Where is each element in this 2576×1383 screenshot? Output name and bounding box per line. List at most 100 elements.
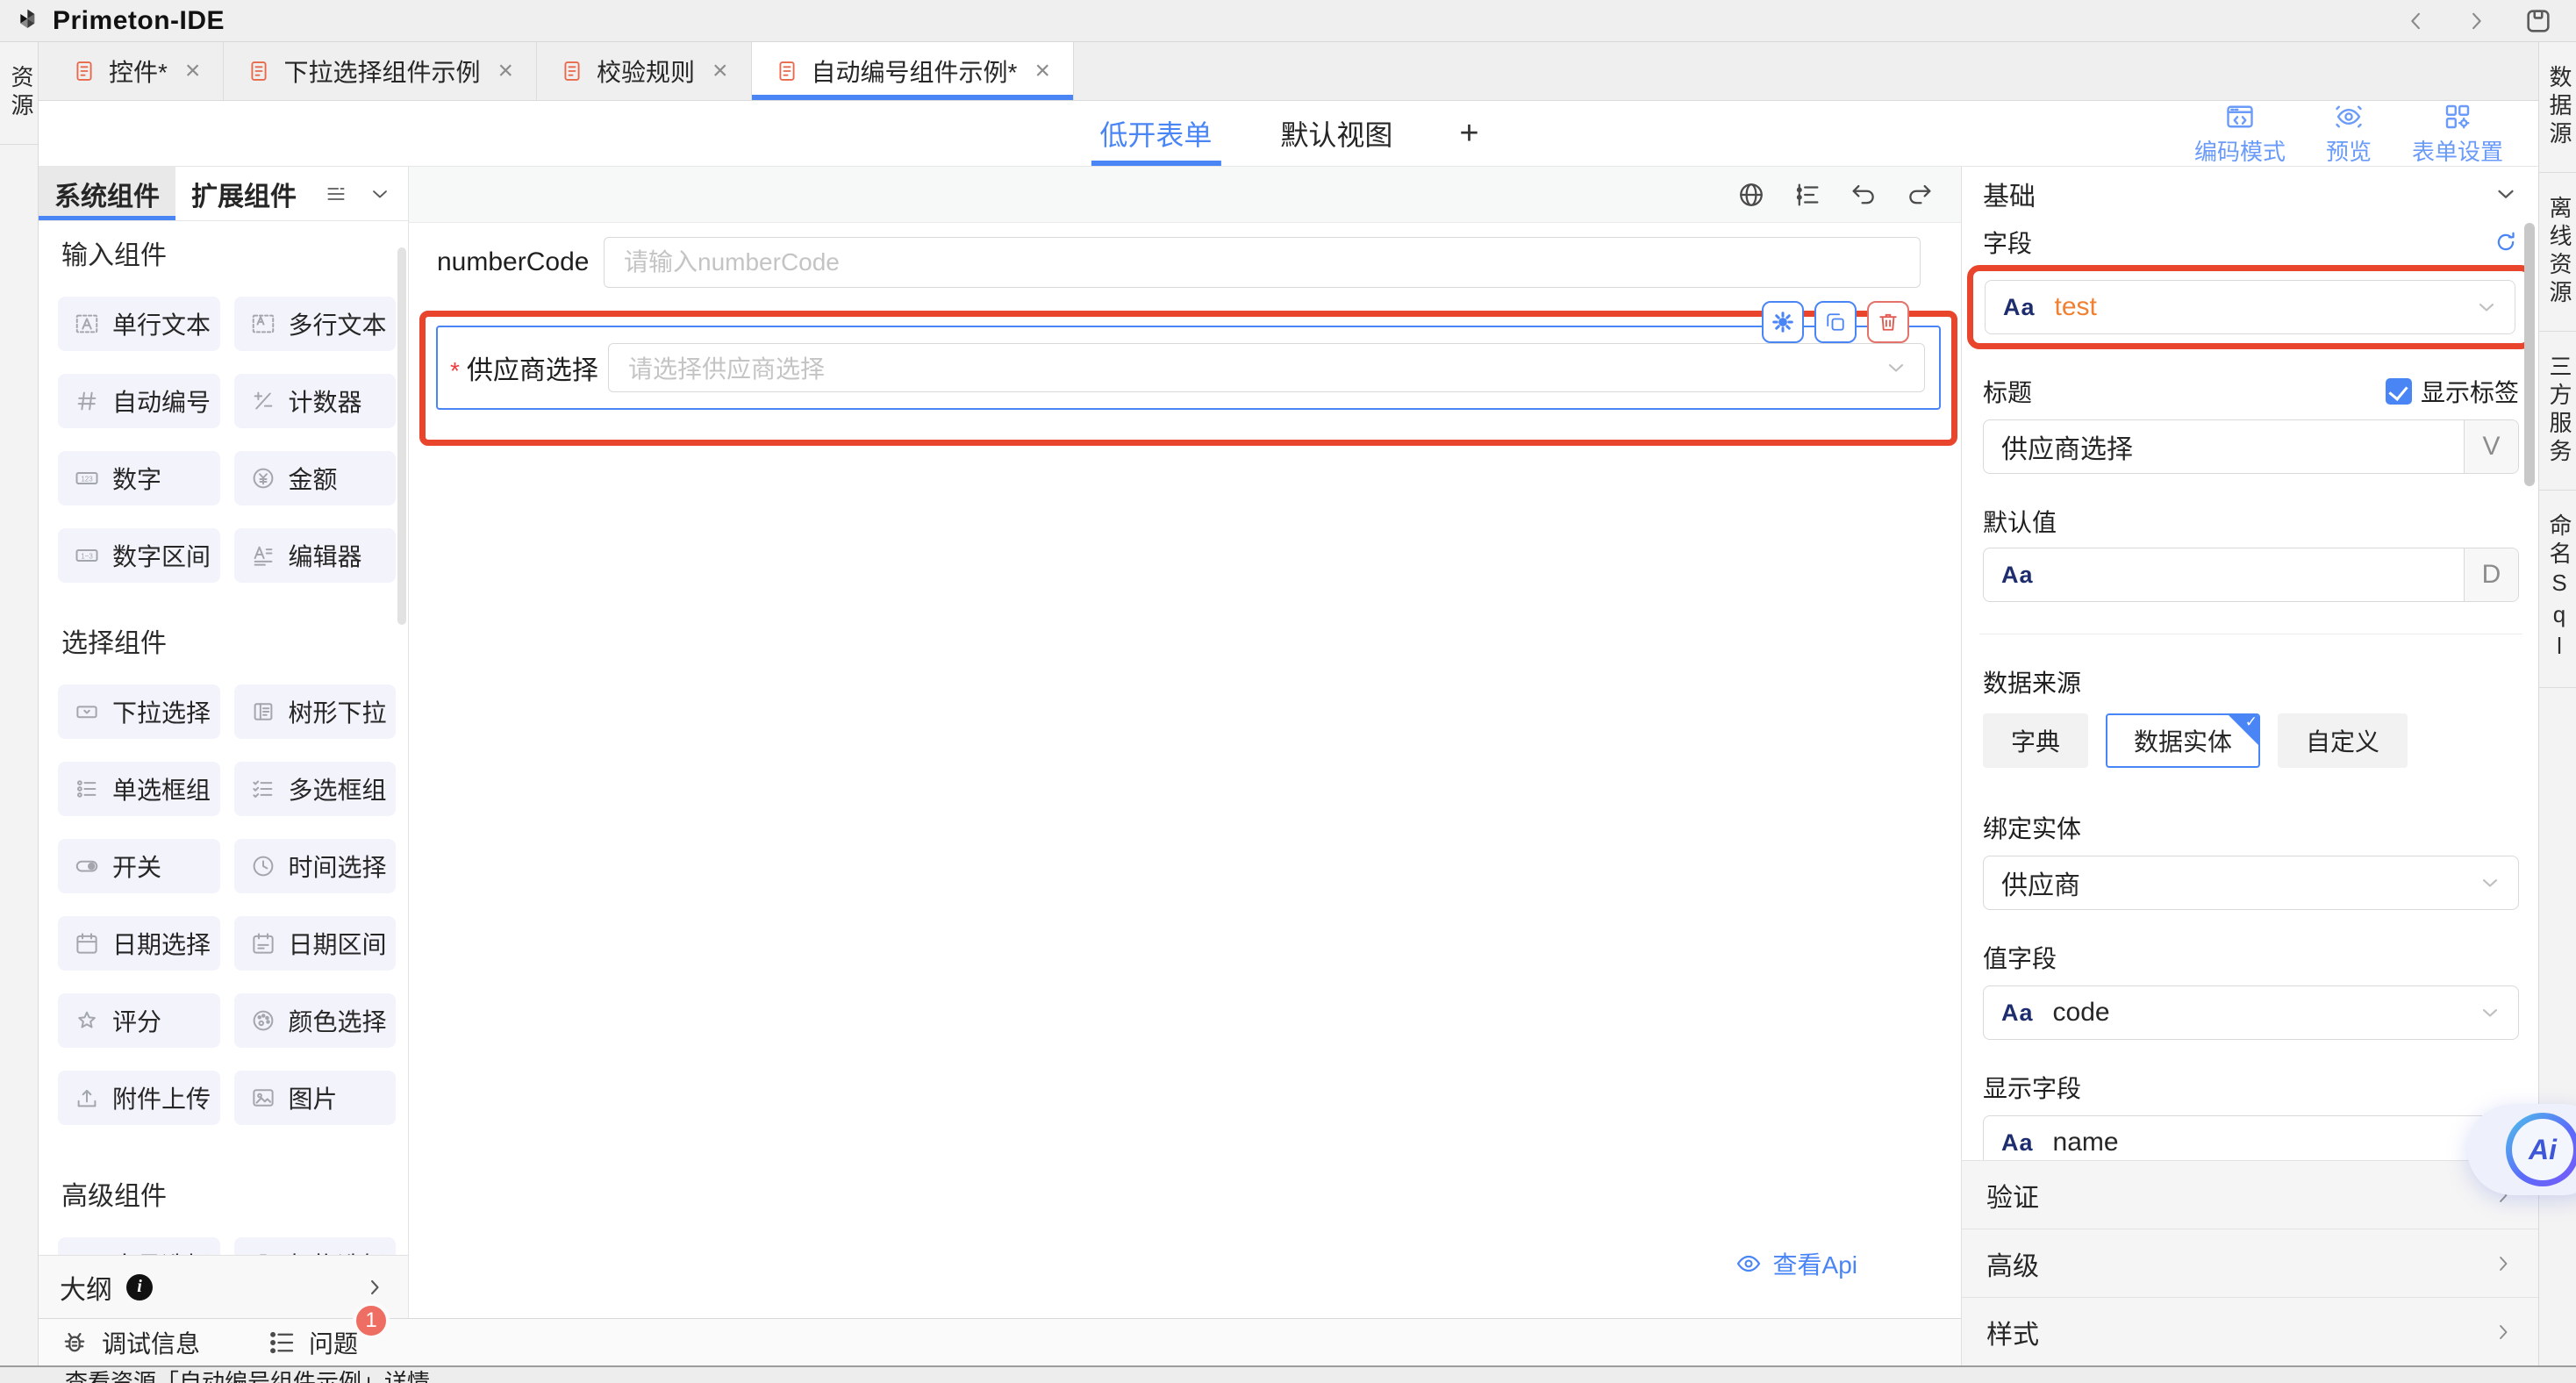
org-icon — [250, 1251, 276, 1255]
ai-label: Ai — [2512, 1119, 2573, 1180]
form-settings-button[interactable]: 表单设置 — [2412, 101, 2503, 167]
scrollbar-thumb[interactable] — [397, 247, 406, 625]
left-strip-item-0[interactable]: 资源 — [0, 42, 38, 145]
editor-tab-0[interactable]: 控件*× — [49, 42, 224, 100]
display-field-select[interactable]: Aa name — [1983, 1115, 2519, 1160]
title-input[interactable] — [1984, 420, 2464, 473]
chevron-right-icon — [362, 1275, 387, 1300]
collapsed-section-1[interactable]: 高级 — [1962, 1229, 2538, 1297]
view-toolbar: 低开表单默认视图 + 编码模式预览表单设置 — [39, 101, 2538, 167]
history-back-icon[interactable] — [2404, 9, 2429, 33]
component-card[interactable]: 多行文本 — [234, 297, 397, 351]
field-select[interactable]: Aa test — [1985, 280, 2515, 334]
chevron-down-icon — [1884, 355, 1908, 380]
view-tab-1[interactable]: 默认视图 — [1271, 101, 1401, 166]
component-card[interactable]: 计数器 — [234, 374, 397, 428]
hamburger-icon[interactable] — [325, 183, 347, 205]
editor-tab-1[interactable]: 下拉选择组件示例× — [224, 42, 537, 100]
component-card[interactable]: 人员选择 — [58, 1237, 220, 1255]
gear-button[interactable] — [1762, 301, 1804, 343]
component-card[interactable]: 树形下拉 — [234, 684, 397, 739]
checkbox-checked-icon[interactable] — [2386, 378, 2412, 405]
date-icon — [74, 930, 100, 957]
sidebar-tab-0[interactable]: 系统组件 — [39, 167, 175, 220]
chevron-down-icon[interactable] — [368, 182, 392, 206]
supplier-select[interactable]: 请选择供应商选择 — [608, 343, 1925, 392]
save-icon[interactable] — [2523, 6, 2553, 36]
component-card[interactable]: 金额 — [234, 451, 397, 505]
default-suffix-button[interactable]: D — [2464, 548, 2518, 601]
component-card[interactable]: 123数字 — [58, 451, 220, 505]
editor-tab-2[interactable]: 校验规则× — [537, 42, 752, 100]
component-card[interactable]: 日期选择 — [58, 916, 220, 971]
collapsed-section-0[interactable]: 验证 — [1962, 1160, 2538, 1229]
globe-icon[interactable] — [1736, 180, 1766, 210]
close-icon[interactable]: × — [497, 58, 513, 84]
component-card[interactable]: 多选框组 — [234, 762, 397, 816]
component-card[interactable]: 机构选择 — [234, 1237, 397, 1255]
property-inspector: 基础 字段 Aa test — [1961, 167, 2538, 1365]
inspector-header[interactable]: 基础 — [1983, 167, 2519, 221]
component-card[interactable]: 1~3数字区间 — [58, 528, 220, 583]
right-strip-item-0[interactable]: 数据源 — [2539, 42, 2576, 173]
field-label: *供应商选择 — [450, 348, 589, 387]
outline-toggle[interactable]: 大纲 i — [39, 1255, 408, 1318]
bottom-bar-item-1[interactable]: 问题1 — [267, 1325, 358, 1360]
component-card[interactable]: 日期区间 — [234, 916, 397, 971]
variable-suffix-button[interactable]: V — [2464, 420, 2518, 473]
textarea-icon — [250, 311, 276, 337]
value-field-select[interactable]: Aa code — [1983, 985, 2519, 1040]
scrollbar-thumb[interactable] — [2524, 223, 2535, 486]
component-card[interactable]: 时间选择 — [234, 839, 397, 893]
component-card[interactable]: 附件上传 — [58, 1071, 220, 1125]
right-strip-item-1[interactable]: 离线资源 — [2539, 173, 2576, 332]
doc-icon — [247, 59, 271, 83]
rate-icon — [74, 1007, 100, 1034]
preview-button[interactable]: 预览 — [2326, 101, 2372, 167]
ai-assistant-button[interactable]: Ai — [2506, 1113, 2576, 1186]
right-strip-item-2[interactable]: 三方服务 — [2539, 332, 2576, 491]
sidebar-tab-1[interactable]: 扩展组件 — [175, 167, 312, 220]
component-card[interactable]: 单行文本 — [58, 297, 220, 351]
component-card[interactable]: 单选框组 — [58, 762, 220, 816]
component-card[interactable]: 颜色选择 — [234, 993, 397, 1048]
field-row-numbercode[interactable]: numberCode — [437, 237, 1921, 288]
component-card[interactable]: 自动编号 — [58, 374, 220, 428]
add-view-button[interactable]: + — [1452, 115, 1485, 153]
component-card[interactable]: 编辑器 — [234, 528, 397, 583]
redo-icon[interactable] — [1905, 180, 1935, 210]
view-tab-0[interactable]: 低开表单 — [1091, 101, 1220, 166]
trash-button[interactable] — [1867, 301, 1909, 343]
datasource-option-2[interactable]: 自定义 — [2278, 713, 2408, 768]
refresh-icon[interactable] — [2493, 229, 2519, 255]
autonumber-icon — [74, 388, 100, 414]
show-label-toggle[interactable]: 显示标签 — [2386, 374, 2519, 409]
close-icon[interactable]: × — [1034, 58, 1050, 84]
radiogroup-icon — [74, 776, 100, 802]
numbercode-input[interactable] — [604, 237, 1921, 288]
problems-icon — [267, 1328, 297, 1358]
default-value-input[interactable] — [1984, 548, 2464, 601]
copy-button[interactable] — [1814, 301, 1857, 343]
editor-tab-3[interactable]: 自动编号组件示例*× — [752, 42, 1074, 100]
right-strip-item-3[interactable]: 命名Sql — [2539, 491, 2576, 688]
component-card[interactable]: 图片 — [234, 1071, 397, 1125]
datasource-option-0[interactable]: 字典 — [1983, 713, 2088, 768]
datasource-option-1[interactable]: 数据实体 — [2106, 713, 2260, 768]
component-card[interactable]: 开关 — [58, 839, 220, 893]
selected-widget-supplier[interactable]: *供应商选择 请选择供应商选择 — [436, 326, 1941, 410]
collapsed-section-2[interactable]: 样式 — [1962, 1297, 2538, 1365]
undo-icon[interactable] — [1849, 180, 1878, 210]
bind-entity-select[interactable]: 供应商 — [1983, 856, 2519, 910]
component-card[interactable]: 评分 — [58, 993, 220, 1048]
datasource-options: 字典数据实体自定义 — [1983, 713, 2519, 768]
close-icon[interactable]: × — [712, 58, 728, 84]
close-icon[interactable]: × — [185, 58, 201, 84]
code-mode-button[interactable]: 编码模式 — [2194, 101, 2286, 167]
view-api-link[interactable]: 查看Api — [1735, 1246, 1857, 1281]
outline-tree-icon[interactable] — [1792, 180, 1822, 210]
datasource-label: 数据来源 — [1983, 664, 2519, 699]
bottom-bar-item-0[interactable]: 调试信息 — [60, 1325, 200, 1360]
component-card[interactable]: 下拉选择 — [58, 684, 220, 739]
history-forward-icon[interactable] — [2464, 9, 2488, 33]
